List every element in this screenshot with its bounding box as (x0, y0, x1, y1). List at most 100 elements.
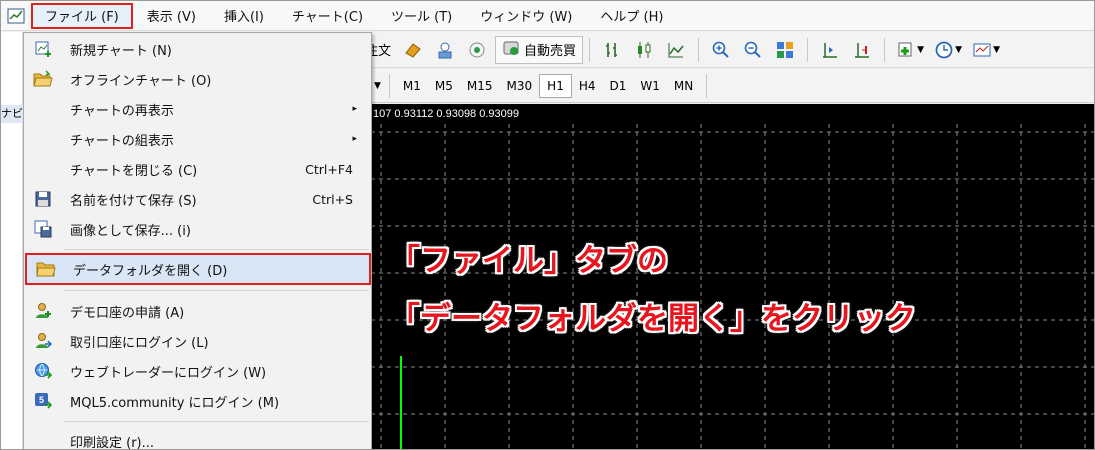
menu-login-trade-label: 取引口座にログイン (L) (70, 335, 209, 351)
dropdown-arrow-icon: ▼ (955, 44, 962, 55)
menu-close-chart-label: チャートを閉じる (C) (70, 163, 198, 179)
user-login-icon (28, 326, 58, 356)
auto-trading-button[interactable]: 自動売買 (495, 35, 584, 64)
menu-save-as[interactable]: 名前を付けて保存 (S) Ctrl+S (24, 184, 371, 214)
menu-print-setup[interactable]: 印刷設定 (r)... (24, 426, 371, 450)
folder-open-icon (28, 64, 58, 94)
menu-close-chart[interactable]: チャートを閉じる (C) Ctrl+F4 (24, 154, 371, 184)
menu-new-chart-label: 新規チャート (N) (70, 43, 172, 59)
svg-text:5: 5 (39, 395, 44, 405)
menu-bar: ファイル (F) 表示 (V) 挿入(I) チャート(C) ツール (T) ウィ… (1, 1, 1094, 31)
dropdown-arrow-icon: ▼ (993, 44, 1000, 55)
menu-chart-group-label: チャートの組表示 (70, 133, 174, 149)
chart-price-header: 107 0.93112 0.93098 0.93099 (373, 108, 519, 120)
menu-login-mql5[interactable]: 5 MQL5.community にログイン (M) (24, 386, 371, 416)
blank-icon (28, 426, 58, 449)
menu-offline-chart-label: オフラインチャート (O) (70, 73, 212, 89)
menu-separator (64, 290, 369, 291)
menu-print-setup-label: 印刷設定 (r)... (70, 435, 155, 450)
folder-icon (31, 254, 61, 284)
navigator-strip (1, 32, 23, 449)
menu-separator (64, 421, 369, 422)
toolbar-separator (589, 37, 591, 62)
autoscroll-icon[interactable] (848, 36, 876, 64)
menu-chart-redisplay-label: チャートの再表示 (70, 103, 174, 119)
menu-view[interactable]: 表示 (V) (133, 3, 210, 29)
app-window: ファイル (F) 表示 (V) 挿入(I) チャート(C) ツール (T) ウィ… (0, 0, 1095, 450)
timeframe-toolbar: ▼ M1 M5 M15 M30 H1 H4 D1 W1 MN (371, 69, 1094, 103)
menu-chart-redisplay[interactable]: チャートの再表示 ▸ (24, 94, 371, 124)
timeframe-m1[interactable]: M1 (396, 74, 428, 98)
menu-save-as-label: 名前を付けて保存 (S) (70, 193, 197, 209)
menu-save-image-label: 画像として保存... (i) (70, 223, 191, 239)
chart-shift-icon[interactable] (816, 36, 844, 64)
timeframe-h1[interactable]: H1 (539, 73, 572, 98)
menu-chart[interactable]: チャート(C) (278, 3, 377, 29)
menu-login-mql5-label: MQL5.community にログイン (M) (70, 395, 280, 411)
annotation-line-1: 「ファイル」タブの (389, 243, 668, 279)
templates-icon[interactable]: ▼ (969, 36, 1003, 64)
timeframe-m15[interactable]: M15 (460, 74, 500, 98)
menu-demo-account[interactable]: デモ口座の申請 (A) (24, 296, 371, 326)
shortcut-ctrl-f4: Ctrl+F4 (305, 161, 353, 177)
submenu-arrow-icon: ▸ (352, 104, 357, 114)
shortcut-ctrl-s: Ctrl+S (312, 191, 353, 207)
timeframe-m5[interactable]: M5 (428, 74, 460, 98)
timeframe-m30[interactable]: M30 (500, 74, 540, 98)
menu-login-webtrader[interactable]: ウェブトレーダーにログイン (W) (24, 356, 371, 386)
toolbar-separator (706, 73, 708, 98)
toolbar-separator (884, 37, 886, 62)
dropdown-arrow-icon[interactable]: ▼ (374, 81, 381, 91)
periods-icon[interactable]: ▼ (931, 36, 965, 64)
menu-offline-chart[interactable]: オフラインチャート (O) (24, 64, 371, 94)
annotation-line-2: 「データフォルダを開く」をクリック (389, 301, 916, 337)
timeframe-d1[interactable]: D1 (603, 74, 634, 98)
timeframe-h4[interactable]: H4 (572, 74, 603, 98)
file-menu-dropdown: 新規チャート (N) オフラインチャート (O) チャートの再表示 ▸ チャート… (23, 32, 372, 450)
zoom-in-icon[interactable] (707, 36, 735, 64)
menu-file[interactable]: ファイル (F) (31, 2, 133, 29)
signals-icon[interactable] (431, 36, 459, 64)
line-chart-icon[interactable] (662, 36, 690, 64)
menu-help[interactable]: ヘルプ (H) (586, 3, 677, 29)
new-chart-icon (28, 34, 58, 64)
candlestick-icon[interactable] (630, 36, 658, 64)
menu-tools[interactable]: ツール (T) (377, 3, 466, 29)
menu-chart-group[interactable]: チャートの組表示 ▸ (24, 124, 371, 154)
blank-icon (28, 154, 58, 184)
submenu-arrow-icon: ▸ (352, 134, 357, 144)
mql5-icon: 5 (28, 386, 58, 416)
menu-open-data-folder-label: データフォルダを開く (D) (73, 263, 228, 279)
timeframe-mn[interactable]: MN (667, 74, 700, 98)
tile-windows-icon[interactable] (771, 36, 799, 64)
save-icon (28, 184, 58, 214)
menu-insert[interactable]: 挿入(I) (210, 3, 278, 29)
user-add-icon (28, 296, 58, 326)
blank-icon (28, 94, 58, 124)
toolbar-separator (698, 37, 700, 62)
app-chart-icon (5, 5, 27, 27)
indicators-icon[interactable]: ▼ (893, 36, 927, 64)
menu-open-data-folder[interactable]: データフォルダを開く (D) (25, 253, 371, 285)
navigator-title: ナビ (1, 105, 23, 123)
auto-trading-label: 自動売買 (524, 44, 577, 59)
menu-save-image[interactable]: 画像として保存... (i) (24, 214, 371, 244)
menu-demo-account-label: デモ口座の申請 (A) (70, 305, 185, 321)
menu-separator (64, 249, 369, 250)
menu-login-trade[interactable]: 取引口座にログイン (L) (24, 326, 371, 356)
blank-icon (28, 124, 58, 154)
timeframe-w1[interactable]: W1 (633, 74, 667, 98)
broadcast-icon[interactable] (463, 36, 491, 64)
market-watch-icon[interactable] (399, 36, 427, 64)
menu-new-chart[interactable]: 新規チャート (N) (24, 34, 371, 64)
web-login-icon (28, 356, 58, 386)
auto-trading-icon (502, 39, 520, 61)
menu-login-webtrader-label: ウェブトレーダーにログイン (W) (70, 365, 267, 381)
zoom-out-icon[interactable] (739, 36, 767, 64)
toolbar-separator (388, 73, 390, 98)
menu-window[interactable]: ウィンドウ (W) (466, 3, 586, 29)
bar-chart-icon[interactable] (598, 36, 626, 64)
save-image-icon (28, 214, 58, 244)
dropdown-arrow-icon: ▼ (917, 44, 924, 55)
toolbar-separator (807, 37, 809, 62)
